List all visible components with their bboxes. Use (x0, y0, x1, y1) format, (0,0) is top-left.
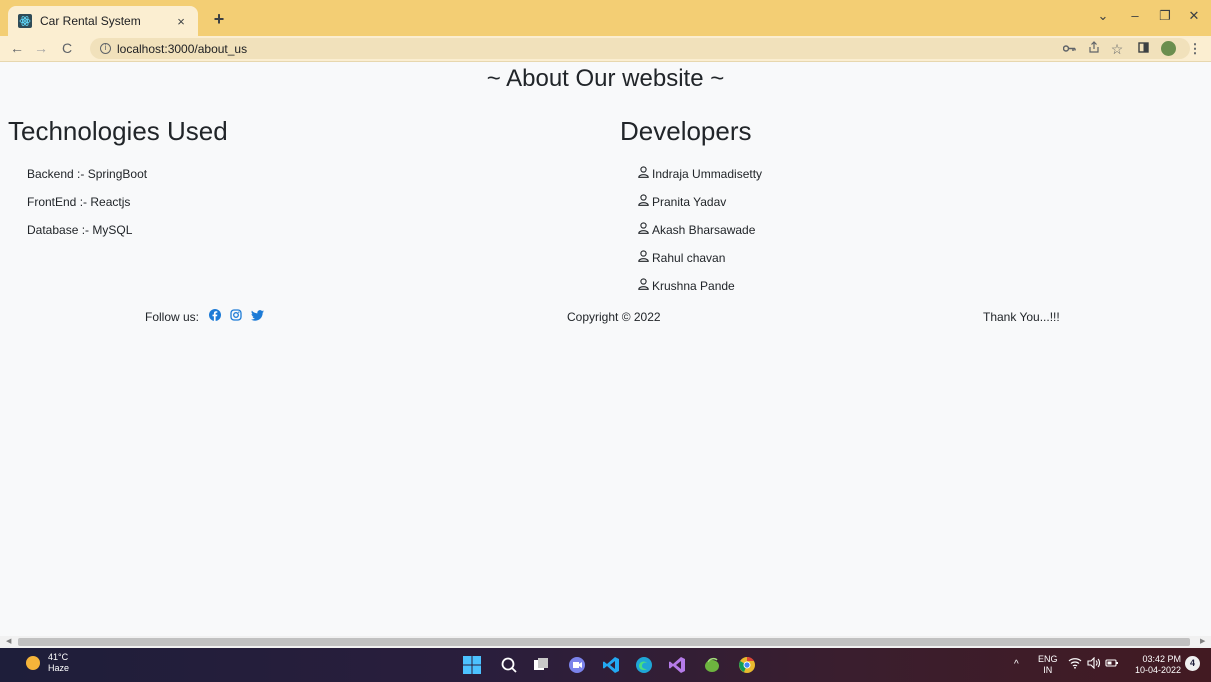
page-title: ~ About Our website ~ (486, 65, 725, 92)
edge-icon[interactable] (635, 656, 653, 674)
user-icon (638, 194, 649, 210)
browser-tab[interactable]: Car Rental System × (8, 6, 198, 36)
user-icon (638, 222, 649, 238)
thank-you-text: Thank You...!!! (983, 310, 1060, 324)
clock-time: 03:42 PM (1142, 654, 1181, 664)
tab-title: Car Rental System (40, 14, 141, 28)
technologies-heading: Technologies Used (8, 116, 228, 146)
search-icon[interactable] (500, 656, 518, 674)
tab-close-icon[interactable]: × (174, 14, 188, 29)
restore-button[interactable]: ❐ (1155, 8, 1175, 24)
user-icon (638, 166, 649, 182)
teams-chat-icon[interactable] (568, 656, 586, 674)
browser-toolbar: ← → C i localhost:3000/about_us ☆ ⋮ (0, 36, 1211, 62)
new-tab-button[interactable]: + (208, 8, 230, 30)
task-view-icon[interactable] (532, 656, 550, 674)
info-icon[interactable]: i (100, 43, 111, 54)
star-icon[interactable]: ☆ (1108, 40, 1126, 58)
reload-button[interactable]: C (58, 39, 76, 57)
weather-sun-icon (26, 656, 40, 670)
back-button[interactable]: ← (8, 39, 26, 57)
scrollbar-thumb[interactable] (18, 638, 1190, 646)
clock-date: 10-04-2022 (1134, 665, 1181, 675)
close-window-button[interactable]: ✕ (1184, 8, 1204, 24)
user-icon (638, 250, 649, 266)
menu-icon[interactable]: ⋮ (1186, 40, 1204, 58)
windows-taskbar: 41°C Haze ^ ENG IN 03:42 PM 10-04-2022 (0, 648, 1211, 682)
developer-item: Krushna Pande (638, 278, 735, 294)
developer-item: Rahul chavan (638, 250, 725, 266)
scroll-right-icon[interactable]: ▶ (1200, 636, 1205, 648)
clock[interactable]: 03:42 PM 10-04-2022 (1131, 654, 1181, 676)
developer-item: Akash Bharsawade (638, 222, 755, 238)
profile-avatar[interactable] (1159, 39, 1178, 58)
follow-label: Follow us: (145, 310, 200, 324)
weather-widget[interactable]: 41°C Haze (26, 652, 69, 674)
browser-tab-strip: Car Rental System × + ⌄ – ❐ ✕ (0, 0, 1211, 36)
wifi-icon[interactable] (1068, 657, 1082, 672)
technology-item: Backend :- SpringBoot (27, 167, 148, 181)
scroll-left-icon[interactable]: ◀ (6, 636, 11, 648)
technology-item: Database :- MySQL (27, 223, 133, 237)
start-icon[interactable] (463, 656, 481, 674)
instagram-icon[interactable] (230, 309, 242, 325)
copyright: Copyright © 2022 (567, 310, 661, 324)
sidebar-icon[interactable] (1134, 40, 1152, 58)
developer-item: Pranita Yadav (638, 194, 726, 210)
visual-studio-icon[interactable] (668, 656, 686, 674)
forward-button[interactable]: → (32, 39, 50, 57)
facebook-icon[interactable] (209, 309, 222, 325)
user-icon (638, 278, 649, 294)
share-icon[interactable] (1085, 40, 1103, 58)
volume-icon[interactable] (1087, 656, 1101, 672)
spring-tool-suite-icon[interactable] (703, 656, 721, 674)
url-text: localhost:3000/about_us (117, 41, 248, 56)
chrome-icon[interactable] (738, 656, 756, 674)
key-icon[interactable] (1060, 40, 1078, 58)
horizontal-scrollbar[interactable]: ◀ ▶ (0, 636, 1211, 648)
tab-search-icon[interactable]: ⌄ (1093, 8, 1113, 24)
social-links (209, 309, 265, 325)
show-hidden-icons[interactable]: ^ (1014, 659, 1019, 670)
address-bar[interactable]: i localhost:3000/about_us (90, 38, 1190, 59)
battery-icon[interactable] (1105, 657, 1119, 672)
language-indicator[interactable]: ENG IN (1038, 654, 1058, 676)
temperature: 41°C (48, 652, 69, 662)
vscode-icon[interactable] (602, 656, 620, 674)
minimize-button[interactable]: – (1125, 8, 1145, 23)
weather-condition: Haze (48, 663, 70, 673)
technology-item: FrontEnd :- Reactjs (27, 195, 131, 209)
developers-heading: Developers (620, 116, 752, 146)
twitter-icon[interactable] (251, 309, 265, 325)
follow-us: Follow us: (145, 309, 265, 325)
react-favicon-icon (18, 14, 32, 28)
notification-badge[interactable]: 4 (1185, 656, 1200, 671)
developer-item: Indraja Ummadisetty (638, 166, 762, 182)
